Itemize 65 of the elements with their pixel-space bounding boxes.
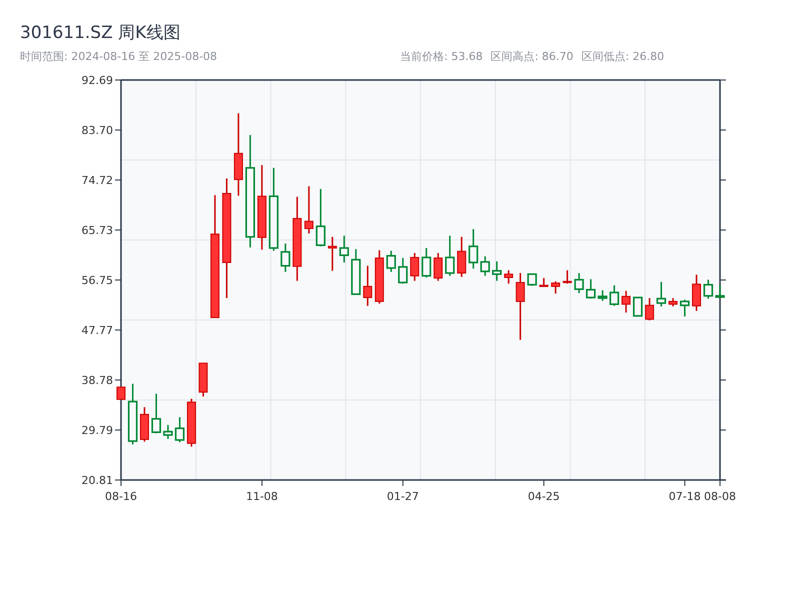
- candle: [680, 300, 690, 316]
- price-stat: 区间低点: 26.80: [581, 50, 664, 64]
- y-tick-label: 47.77: [82, 324, 113, 337]
- candle: [516, 273, 525, 340]
- candle: [374, 250, 384, 304]
- candle: [351, 249, 361, 295]
- candle: [656, 282, 666, 306]
- candle: [151, 394, 162, 434]
- candle: [363, 266, 372, 306]
- candle: [410, 253, 420, 281]
- y-tick-label: 20.81: [82, 474, 113, 487]
- y-tick-label: 56.75: [82, 274, 113, 287]
- candle: [140, 407, 149, 442]
- candle: [116, 386, 126, 400]
- candle: [304, 186, 314, 234]
- candle: [280, 244, 290, 272]
- y-tick-label: 29.79: [82, 424, 113, 438]
- date-range: 时间范围: 2024-08-16 至 2025-08-08: [20, 50, 218, 64]
- candle: [398, 258, 408, 284]
- x-tick-label: 01-27: [386, 490, 419, 503]
- candle: [163, 424, 173, 439]
- candle: [622, 290, 631, 313]
- candle: [598, 290, 608, 301]
- candle: [539, 278, 548, 287]
- candle: [339, 236, 349, 262]
- price-stat: 当前价格: 53.68: [400, 50, 483, 64]
- candle: [527, 273, 537, 286]
- candle: [128, 384, 138, 444]
- x-tick-label: 08-16: [105, 490, 137, 503]
- chart-title: 301611.SZ 周K线图: [20, 22, 182, 44]
- candle: [198, 362, 208, 397]
- candle: [574, 273, 584, 294]
- candle: [174, 417, 185, 442]
- price-stat: 区间高点: 86.70: [490, 50, 574, 64]
- candle: [632, 296, 643, 317]
- candle: [480, 256, 490, 276]
- candle: [703, 280, 714, 299]
- candle: [422, 248, 432, 278]
- x-tick-label: 11-08: [246, 490, 278, 503]
- candle: [610, 285, 620, 306]
- y-tick-label: 83.70: [82, 124, 113, 138]
- candle: [586, 279, 596, 299]
- x-tick-label: 04-25: [528, 490, 560, 503]
- y-tick-label: 38.78: [82, 374, 113, 387]
- candle: [445, 236, 455, 276]
- candle: [551, 281, 560, 294]
- candle: [186, 398, 196, 447]
- candle: [668, 298, 678, 306]
- y-tick-label: 92.69: [82, 74, 113, 87]
- candle: [504, 270, 514, 284]
- candle: [492, 261, 502, 281]
- y-tick-label: 74.72: [82, 174, 113, 187]
- candle: [434, 253, 443, 281]
- candle: [715, 285, 725, 298]
- candle: [692, 274, 701, 311]
- x-tick-label: 07-18: [668, 490, 701, 503]
- candle: [328, 236, 337, 271]
- x-tick-label: 08-08: [704, 490, 736, 503]
- candle: [386, 250, 396, 272]
- candle: [645, 298, 654, 320]
- candle: [468, 229, 478, 269]
- candle: [457, 236, 466, 277]
- candle: [562, 270, 572, 284]
- candle: [316, 189, 326, 246]
- y-tick-label: 65.73: [82, 224, 113, 238]
